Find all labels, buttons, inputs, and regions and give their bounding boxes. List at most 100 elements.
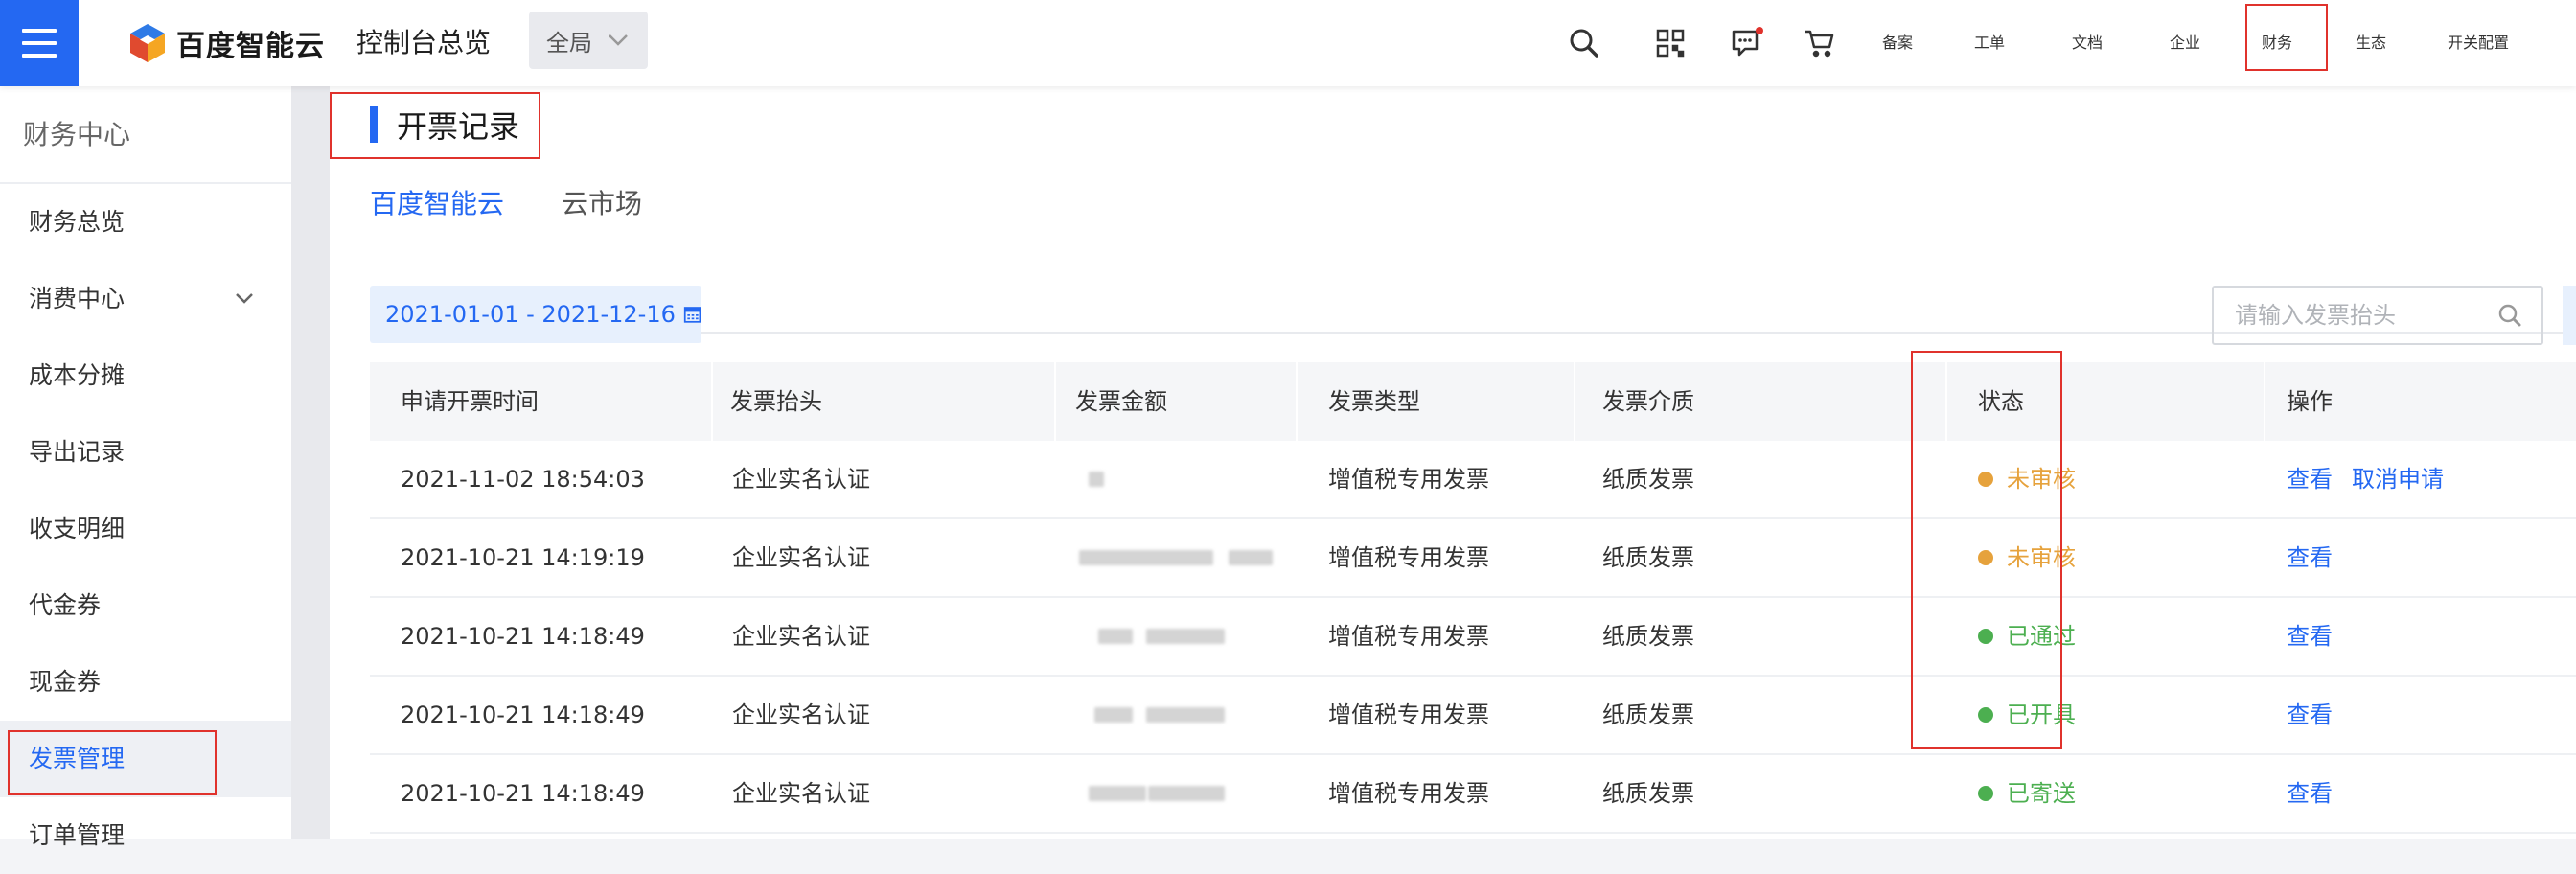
page-title-text: 开票记录 (397, 108, 520, 145)
column-invoice-title: 发票抬头 (730, 388, 822, 415)
status-badge: 未审核 (1978, 519, 2076, 596)
table-row: 2021-10-21 14:18:49 企业实名认证 增值税专用发票 纸质发票 … (370, 598, 2576, 677)
page-title: 开票记录 (370, 102, 519, 148)
scope-select[interactable]: 全局 (529, 12, 648, 69)
cell-apply-time: 2021-10-21 14:19:19 (401, 544, 645, 571)
view-button[interactable]: 查看 (2287, 755, 2333, 832)
status-dot-icon (1978, 550, 1993, 565)
cell-invoice-title: 企业实名认证 (732, 780, 870, 807)
sidebar-title: 财务中心 (0, 86, 291, 184)
status-dot-icon (1978, 786, 1993, 801)
cell-invoice-type: 增值税专用发票 (1328, 623, 1489, 650)
qr-code-icon[interactable] (1652, 25, 1689, 61)
tab-cloud-market[interactable]: 云市场 (562, 182, 642, 226)
status-dot-icon (1978, 707, 1993, 723)
table-row: 2021-10-21 14:18:49 企业实名认证 增值税专用发票 纸质发票 … (370, 677, 2576, 755)
scope-value: 全局 (546, 29, 592, 57)
status-badge: 已开具 (1978, 677, 2076, 753)
status-badge: 已寄送 (1978, 755, 2076, 832)
nav-beian[interactable]: 备案 (1882, 25, 1913, 61)
tab-baidu-cloud[interactable]: 百度智能云 (370, 182, 504, 226)
sidebar-item-income-details[interactable]: 收支明细 (0, 491, 291, 567)
sidebar-item-cost-allocation[interactable]: 成本分摊 (0, 337, 291, 414)
cell-invoice-medium: 纸质发票 (1602, 544, 1694, 571)
nav-finance[interactable]: 财务 (2262, 25, 2292, 61)
invoice-title-search (2212, 286, 2543, 345)
top-bar: 百度智能云 控制台总览 全局 备案 工单 文档 企业 财务 生态 开关配置 (0, 0, 2576, 86)
search-icon[interactable] (2497, 303, 2522, 328)
sidebar-item-consumption-center[interactable]: 消费中心 (0, 261, 291, 337)
message-icon[interactable] (1729, 25, 1765, 61)
table-header: 申请开票时间 发票抬头 发票金额 发票类型 发票介质 状态 操作 (370, 362, 2576, 441)
date-range-picker[interactable]: 2021-01-01 - 2021-12-16 (370, 286, 702, 343)
column-invoice-amount: 发票金额 (1075, 388, 1167, 415)
chevron-down-icon (609, 34, 628, 46)
cancel-apply-button[interactable]: 取消申请 (2352, 441, 2444, 518)
status-dot-icon (1978, 472, 1993, 487)
cell-invoice-type: 增值税专用发票 (1328, 466, 1489, 493)
cell-invoice-title: 企业实名认证 (732, 544, 870, 571)
column-status: 状态 (1978, 388, 2024, 415)
redacted-amount (1089, 472, 1104, 487)
sidebar-gutter (291, 86, 330, 840)
sidebar-item-finance-overview[interactable]: 财务总览 (0, 184, 291, 261)
view-button[interactable]: 查看 (2287, 441, 2333, 518)
status-text: 已寄送 (2007, 780, 2076, 807)
date-range-value: 2021-01-01 - 2021-12-16 (385, 301, 676, 328)
cell-invoice-title: 企业实名认证 (732, 623, 870, 650)
redacted-amount (1079, 550, 1213, 565)
status-text: 未审核 (2007, 466, 2076, 493)
sidebar-item-cash-coupons[interactable]: 现金券 (0, 644, 291, 721)
status-text: 未审核 (2007, 544, 2076, 571)
cell-invoice-medium: 纸质发票 (1602, 702, 1694, 728)
console-overview-link[interactable]: 控制台总览 (356, 23, 491, 63)
cut-off-button[interactable] (2563, 286, 2576, 345)
nav-ecosystem[interactable]: 生态 (2356, 25, 2386, 61)
column-apply-time: 申请开票时间 (401, 388, 539, 415)
cell-invoice-medium: 纸质发票 (1602, 780, 1694, 807)
sidebar-item-invoice-management[interactable]: 发票管理 (0, 721, 291, 797)
cell-invoice-title: 企业实名认证 (732, 466, 870, 493)
title-accent-bar (370, 106, 378, 143)
menu-button[interactable] (0, 0, 79, 86)
redacted-amount (1148, 786, 1225, 801)
cell-apply-time: 2021-10-21 14:18:49 (401, 702, 645, 728)
view-button[interactable]: 查看 (2287, 677, 2333, 753)
sidebar-item-order-management[interactable]: 订单管理 (0, 797, 291, 874)
status-text: 已通过 (2007, 623, 2076, 650)
table-row: 2021-11-02 18:54:03 企业实名认证 增值税专用发票 纸质发票 … (370, 441, 2576, 519)
table-row: 2021-10-21 14:19:19 企业实名认证 增值税专用发票 纸质发票 … (370, 519, 2576, 598)
column-invoice-medium: 发票介质 (1602, 388, 1694, 415)
cube-logo-icon (130, 24, 165, 62)
sidebar-item-label: 消费中心 (29, 285, 126, 312)
sidebar-item-export-records[interactable]: 导出记录 (0, 414, 291, 491)
nav-docs[interactable]: 文档 (2072, 25, 2103, 61)
cell-invoice-type: 增值税专用发票 (1328, 780, 1489, 807)
cell-apply-time: 2021-10-21 14:18:49 (401, 780, 645, 807)
cart-icon[interactable] (1802, 25, 1838, 61)
main-content: 开票记录 百度智能云 云市场 2021-01-01 - 2021-12-16 申… (330, 86, 2576, 840)
view-button[interactable]: 查看 (2287, 519, 2333, 596)
redacted-amount (1146, 629, 1225, 644)
status-badge: 已通过 (1978, 598, 2076, 675)
status-dot-icon (1978, 629, 1993, 644)
nav-ticket[interactable]: 工单 (1974, 25, 2005, 61)
cell-invoice-medium: 纸质发票 (1602, 623, 1694, 650)
nav-switch-config[interactable]: 开关配置 (2448, 25, 2509, 61)
search-input[interactable] (2233, 301, 2496, 330)
search-icon[interactable] (1566, 25, 1602, 61)
redacted-amount (1146, 707, 1225, 723)
view-button[interactable]: 查看 (2287, 598, 2333, 675)
redacted-amount (1089, 786, 1146, 801)
sidebar-item-vouchers[interactable]: 代金券 (0, 567, 291, 644)
cell-invoice-type: 增值税专用发票 (1328, 544, 1489, 571)
logo[interactable]: 百度智能云 (128, 21, 325, 65)
calendar-icon (683, 307, 702, 323)
nav-enterprise[interactable]: 企业 (2170, 25, 2200, 61)
column-invoice-type: 发票类型 (1328, 388, 1420, 415)
cell-apply-time: 2021-10-21 14:18:49 (401, 623, 645, 650)
status-text: 已开具 (2007, 702, 2076, 728)
cell-apply-time: 2021-11-02 18:54:03 (401, 466, 645, 493)
redacted-amount (1098, 629, 1133, 644)
cell-invoice-title: 企业实名认证 (732, 702, 870, 728)
